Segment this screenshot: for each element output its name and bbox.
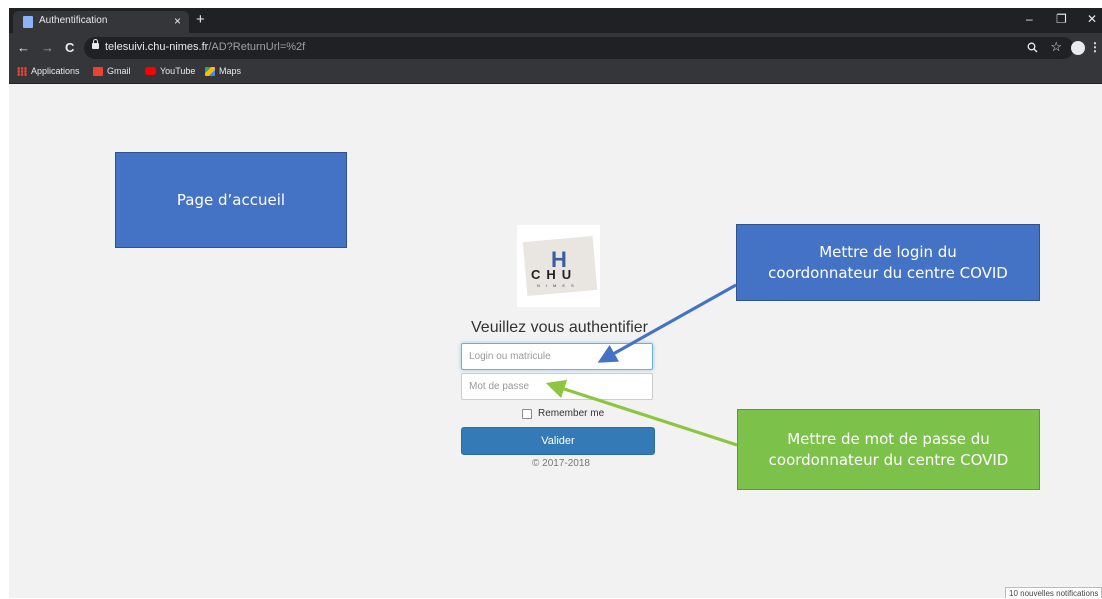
account-icon[interactable] <box>1071 41 1085 55</box>
bookmark-maps[interactable]: Maps <box>205 66 241 76</box>
url-text: telesuivi.chu-nimes.fr/AD?ReturnUrl=%2f <box>105 41 305 53</box>
magnifier-icon[interactable] <box>1027 42 1038 53</box>
gmail-icon <box>93 66 103 76</box>
browser-menu-icon[interactable]: ⋮ <box>1089 40 1101 54</box>
reload-icon[interactable]: C <box>65 40 74 55</box>
bookmark-label: YouTube <box>160 66 196 76</box>
bookmark-label: Applications <box>31 66 80 76</box>
bookmark-gmail[interactable]: Gmail <box>93 66 131 76</box>
password-arrow <box>545 379 738 447</box>
maximize-button[interactable]: ❐ <box>1056 12 1067 26</box>
bookmark-star-icon[interactable]: ☆ <box>1050 39 1062 55</box>
bookmark-label: Gmail <box>107 66 131 76</box>
url-path: /AD?ReturnUrl=%2f <box>208 41 306 53</box>
tab-authentification[interactable]: Authentification × <box>13 11 189 33</box>
notifications-toast[interactable]: 10 nouvelles notifications <box>1005 587 1102 598</box>
new-tab-button[interactable]: + <box>196 11 205 28</box>
forward-arrow-icon[interactable]: → <box>41 40 54 55</box>
url-host: telesuivi.chu-nimes.fr <box>105 41 209 53</box>
annotation-arrows <box>545 283 738 447</box>
tab-close-icon[interactable]: × <box>174 14 181 28</box>
page-favicon-icon <box>23 16 33 28</box>
login-arrow <box>597 283 737 363</box>
close-window-button[interactable]: ✕ <box>1087 12 1097 26</box>
bookmark-applications[interactable]: Applications <box>17 66 80 76</box>
address-bar-row: ← → C telesuivi.chu-nimes.fr/AD?ReturnUr… <box>9 33 1102 63</box>
maps-icon <box>205 66 215 76</box>
tab-title: Authentification <box>39 15 108 26</box>
apps-grid-icon <box>17 66 27 76</box>
youtube-icon <box>145 67 156 75</box>
minimize-button[interactable]: – <box>1026 12 1033 26</box>
url-field[interactable]: telesuivi.chu-nimes.fr/AD?ReturnUrl=%2f … <box>84 37 1074 59</box>
bookmark-youtube[interactable]: YouTube <box>145 66 195 76</box>
bookmark-label: Maps <box>219 66 242 76</box>
bookmarks-bar: Applications Gmail YouTube Maps <box>9 63 1102 84</box>
tab-bar: Authentification × + – ❐ ✕ <box>9 8 1102 33</box>
page-content: Page d’accueil Mettre de login du coordo… <box>9 84 1102 598</box>
back-arrow-icon[interactable]: ← <box>17 40 30 55</box>
lock-icon <box>92 39 99 49</box>
browser-window: Authentification × + – ❐ ✕ ← → C telesui… <box>9 8 1102 598</box>
